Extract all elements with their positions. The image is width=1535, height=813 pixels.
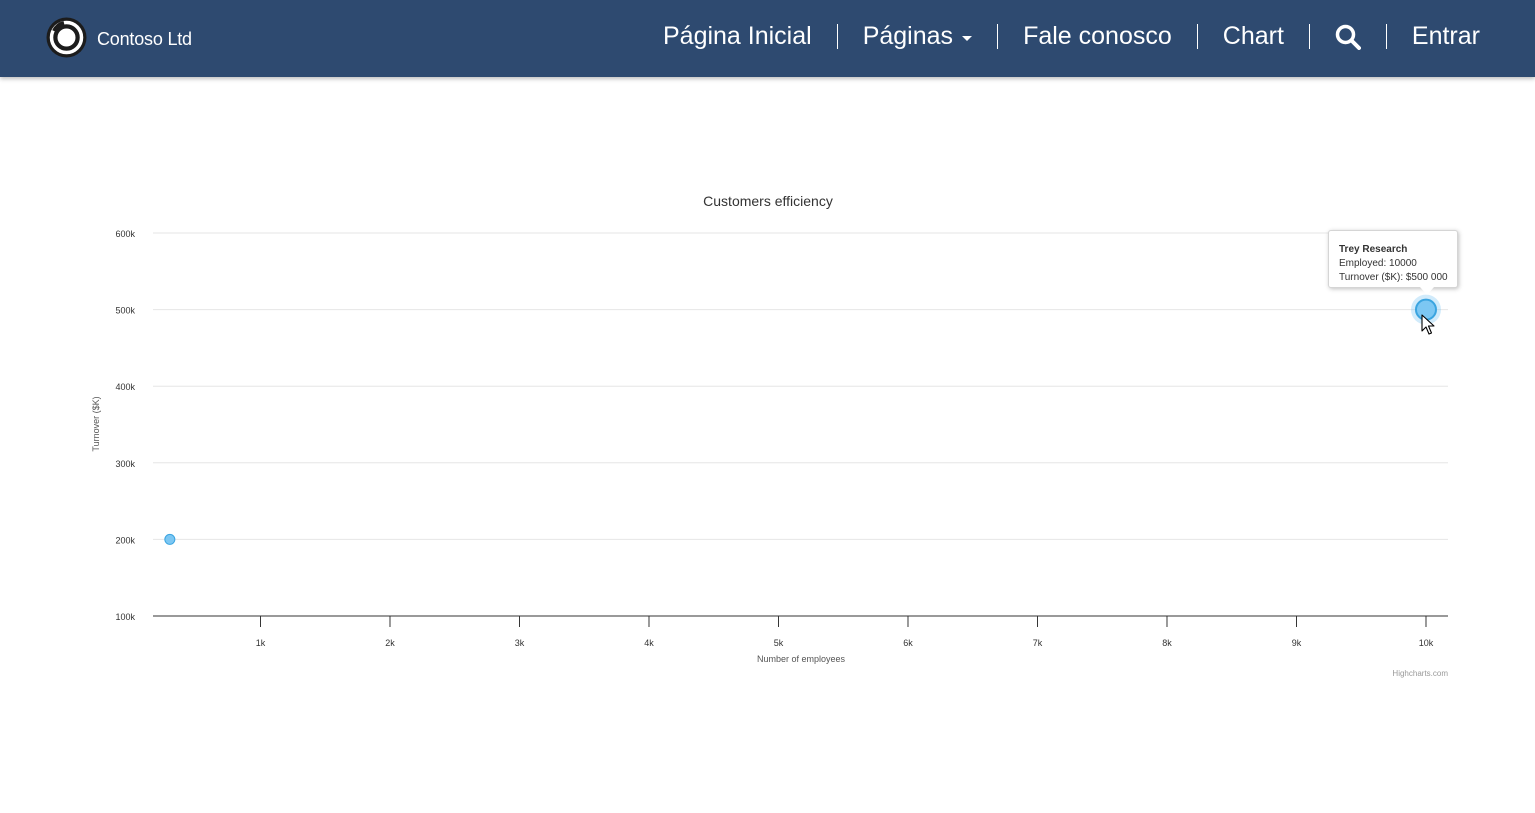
y-tick-label: 500k <box>115 306 135 316</box>
x-axis: 1k 2k 3k 4k 5k 6k 7k 8k 9k 10k <box>256 616 1434 648</box>
x-tick-label: 9k <box>1292 638 1302 648</box>
tooltip-arrow <box>1420 287 1434 295</box>
data-points <box>164 294 1441 545</box>
y-tick-label: 200k <box>115 535 135 545</box>
x-tick-label: 3k <box>515 638 525 648</box>
chart-title: Customers efficiency <box>703 193 833 209</box>
tooltip-employed: Employed: 10000 <box>1339 258 1417 269</box>
x-axis-title: Number of employees <box>757 654 846 664</box>
x-tick-label: 10k <box>1419 638 1434 648</box>
x-tick-label: 7k <box>1033 638 1043 648</box>
tooltip-title: Trey Research <box>1339 244 1408 255</box>
y-tick-label: 300k <box>115 459 135 469</box>
tooltip-turnover: Turnover ($K): $500 000 <box>1339 272 1448 283</box>
x-tick-label: 6k <box>903 638 913 648</box>
x-tick-label: 5k <box>774 638 784 648</box>
x-tick-label: 4k <box>644 638 654 648</box>
scatter-chart: Customers efficiency 100k 200k 300k 400k 500… <box>91 193 1448 678</box>
y-axis-title: Turnover ($K) <box>91 396 101 451</box>
mouse-cursor-icon <box>1421 314 1435 335</box>
y-tick-label: 100k <box>115 612 135 622</box>
x-tick-label: 2k <box>385 638 395 648</box>
scatter-point[interactable] <box>164 533 176 545</box>
chart-credits[interactable]: Highcharts.com <box>1392 669 1448 678</box>
x-tick-label: 8k <box>1162 638 1172 648</box>
gridlines <box>153 232 1448 540</box>
point-tooltip: Trey Research Employed: 10000 Turnover (… <box>1328 230 1458 295</box>
y-tick-label: 400k <box>115 382 135 392</box>
y-axis: 100k 200k 300k 400k 500k 600k <box>115 229 135 622</box>
y-tick-label: 600k <box>115 229 135 239</box>
x-tick-label: 1k <box>256 638 266 648</box>
